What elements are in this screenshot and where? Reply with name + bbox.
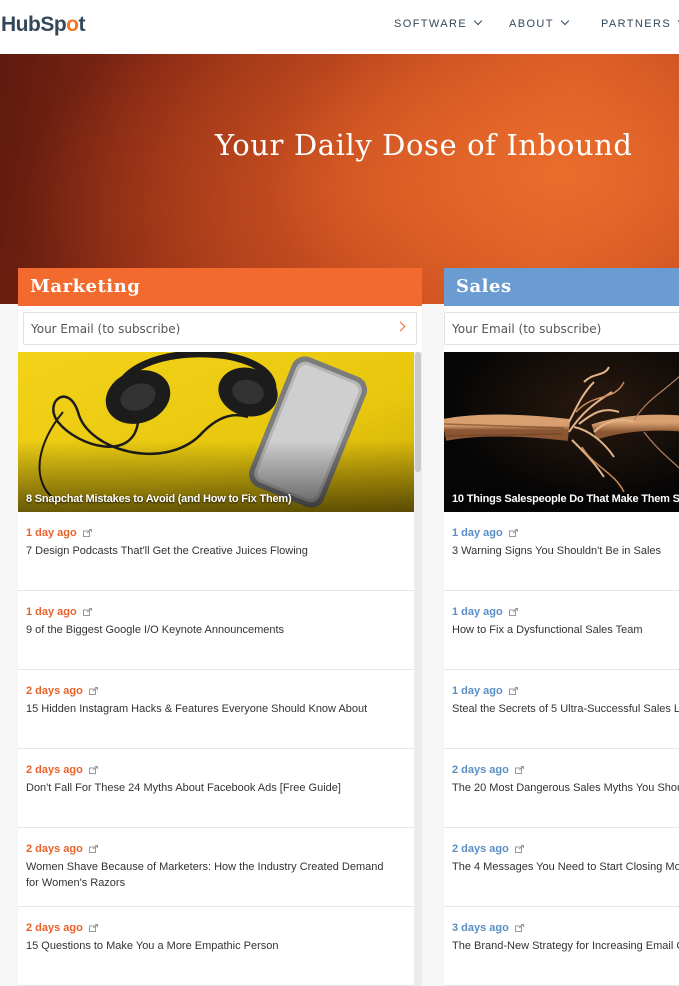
article-timestamp: 2 days ago	[452, 764, 509, 776]
article-meta: 2 days ago	[26, 764, 406, 776]
column-title-marketing[interactable]: Marketing	[18, 268, 422, 306]
list-item[interactable]: 2 days ago 15 Questions to Make You a Mo…	[18, 907, 414, 986]
article-timestamp: 2 days ago	[26, 922, 83, 934]
external-link-icon[interactable]	[514, 924, 524, 932]
scrollbar[interactable]	[414, 352, 422, 986]
external-link-icon[interactable]	[82, 608, 92, 616]
logo-text-2: t	[78, 13, 85, 36]
external-link-icon[interactable]	[514, 845, 524, 853]
article-title[interactable]: The 4 Messages You Need to Start Closing…	[452, 859, 679, 875]
article-list-sales: 1 day ago 3 Warning Signs You Shouldn't …	[444, 512, 679, 986]
article-meta: 2 days ago	[26, 685, 406, 697]
featured-article-title[interactable]: 8 Snapchat Mistakes to Avoid (and How to…	[26, 493, 292, 505]
article-timestamp: 1 day ago	[26, 606, 77, 618]
list-item[interactable]: 3 days ago The Brand-New Strategy for In…	[444, 907, 679, 986]
list-item[interactable]: 1 day ago How to Fix a Dysfunctional Sal…	[444, 591, 679, 670]
list-item[interactable]: 1 day ago 3 Warning Signs You Shouldn't …	[444, 512, 679, 591]
article-meta: 1 day ago	[26, 527, 406, 539]
article-timestamp: 2 days ago	[452, 843, 509, 855]
chevron-right-icon[interactable]	[395, 321, 406, 332]
article-meta: 2 days ago	[26, 922, 406, 934]
list-item[interactable]: 2 days ago The 4 Messages You Need to St…	[444, 828, 679, 907]
external-link-icon[interactable]	[88, 687, 98, 695]
article-meta: 1 day ago	[26, 606, 406, 618]
email-subscribe-input[interactable]	[445, 313, 679, 344]
list-item[interactable]: 1 day ago 9 of the Biggest Google I/O Ke…	[18, 591, 414, 670]
external-link-icon[interactable]	[88, 766, 98, 774]
article-title[interactable]: 15 Questions to Make You a More Empathic…	[26, 938, 406, 954]
chevron-down-icon	[473, 16, 483, 26]
external-link-icon[interactable]	[514, 766, 524, 774]
article-timestamp: 3 days ago	[452, 922, 509, 934]
nav-software-label: SOFTWARE	[394, 18, 468, 30]
article-timestamp: 2 days ago	[26, 764, 83, 776]
list-item[interactable]: 1 day ago Steal the Secrets of 5 Ultra-S…	[444, 670, 679, 749]
article-meta: 1 day ago	[452, 527, 679, 539]
article-title[interactable]: How to Fix a Dysfunctional Sales Team	[452, 622, 679, 638]
article-title[interactable]: The Brand-New Strategy for Increasing Em…	[452, 938, 679, 954]
article-meta: 1 day ago	[452, 685, 679, 697]
external-link-icon[interactable]	[508, 687, 518, 695]
email-subscribe-input[interactable]	[24, 313, 371, 344]
nav-partners-label: PARTNERS	[601, 18, 672, 30]
external-link-icon[interactable]	[88, 924, 98, 932]
article-timestamp: 2 days ago	[26, 685, 83, 697]
article-timestamp: 2 days ago	[26, 843, 83, 855]
article-meta: 1 day ago	[452, 606, 679, 618]
article-timestamp: 1 day ago	[26, 527, 77, 539]
nav-about-label: ABOUT	[509, 18, 554, 30]
article-timestamp: 1 day ago	[452, 527, 503, 539]
article-meta: 2 days ago	[26, 843, 406, 855]
logo-text-1: HubSp	[1, 13, 67, 36]
hero-banner: Your Daily Dose of Inbound	[0, 54, 679, 304]
article-title[interactable]: 15 Hidden Instagram Hacks & Features Eve…	[26, 701, 406, 717]
column-title-sales[interactable]: Sales	[444, 268, 679, 306]
subscribe-form-sales	[444, 312, 679, 345]
featured-article-title[interactable]: 10 Things Salespeople Do That Make Them …	[452, 493, 679, 505]
frayed-rope-image	[444, 352, 679, 512]
nav-about[interactable]: ABOUT	[509, 16, 570, 30]
article-meta: 3 days ago	[452, 922, 679, 934]
article-title[interactable]: 7 Design Podcasts That'll Get the Creati…	[26, 543, 406, 559]
top-navigation-bar: HubSpot SOFTWARE ABOUT PARTNERS	[0, 0, 679, 55]
external-link-icon[interactable]	[508, 608, 518, 616]
featured-article-marketing[interactable]: 8 Snapchat Mistakes to Avoid (and How to…	[18, 352, 414, 512]
nav-software[interactable]: SOFTWARE	[394, 16, 483, 30]
hero-title: Your Daily Dose of Inbound	[215, 128, 633, 162]
list-item[interactable]: 2 days ago The 20 Most Dangerous Sales M…	[444, 749, 679, 828]
article-list-marketing: 1 day ago 7 Design Podcasts That'll Get …	[18, 512, 414, 986]
article-title[interactable]: The 20 Most Dangerous Sales Myths You Sh…	[452, 780, 679, 796]
subscribe-form-marketing	[23, 312, 417, 345]
list-item[interactable]: 1 day ago 7 Design Podcasts That'll Get …	[18, 512, 414, 591]
external-link-icon[interactable]	[508, 529, 518, 537]
article-meta: 2 days ago	[452, 843, 679, 855]
hubspot-logo[interactable]: HubSpot	[1, 13, 85, 37]
featured-article-sales[interactable]: 10 Things Salespeople Do That Make Them …	[444, 352, 679, 512]
marketing-column: Marketing Your Email (to subscribe) 8 Sn…	[18, 268, 422, 986]
list-item[interactable]: 2 days ago Don't Fall For These 24 Myths…	[18, 749, 414, 828]
external-link-icon[interactable]	[82, 529, 92, 537]
article-title[interactable]: Women Shave Because of Marketers: How th…	[26, 859, 396, 891]
scrollbar-thumb[interactable]	[415, 352, 421, 472]
sales-column: Sales 10 Things Salespeople D	[444, 268, 679, 986]
article-meta: 2 days ago	[452, 764, 679, 776]
article-title[interactable]: Steal the Secrets of 5 Ultra-Successful …	[452, 701, 679, 717]
article-title[interactable]: Don't Fall For These 24 Myths About Face…	[26, 780, 406, 796]
article-title[interactable]: 3 Warning Signs You Shouldn't Be in Sale…	[452, 543, 679, 559]
nav-partners[interactable]: PARTNERS	[601, 16, 679, 30]
article-timestamp: 1 day ago	[452, 685, 503, 697]
external-link-icon[interactable]	[88, 845, 98, 853]
article-timestamp: 1 day ago	[452, 606, 503, 618]
chevron-down-icon	[560, 16, 570, 26]
article-title[interactable]: 9 of the Biggest Google I/O Keynote Anno…	[26, 622, 406, 638]
list-item[interactable]: 2 days ago Women Shave Because of Market…	[18, 828, 414, 907]
list-item[interactable]: 2 days ago 15 Hidden Instagram Hacks & F…	[18, 670, 414, 749]
logo-sprocket: o	[66, 13, 79, 36]
headphones-phone-image	[18, 352, 414, 512]
